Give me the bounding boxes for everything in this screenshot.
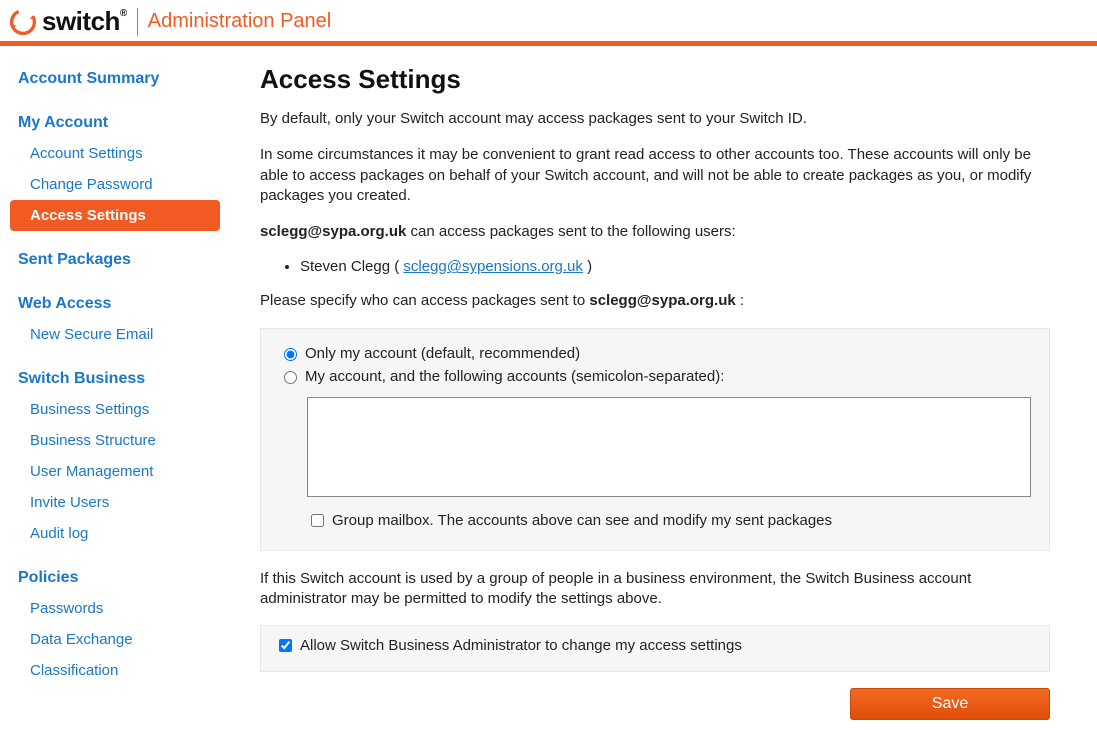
shared-accounts-input[interactable] xyxy=(307,397,1031,497)
accessible-users-list: Steven Clegg ( sclegg@sypensions.org.uk … xyxy=(260,258,1050,275)
sidebar: Account Summary My Account Account Setti… xyxy=(10,64,230,720)
intro-paragraph-1: By default, only your Switch account may… xyxy=(260,109,1050,129)
sidebar-item-account-settings[interactable]: Account Settings xyxy=(10,138,220,169)
header-divider xyxy=(137,8,138,36)
sidebar-section-policies[interactable]: Policies xyxy=(10,563,220,593)
brand-logo[interactable]: switch® xyxy=(10,6,127,37)
user-email-link[interactable]: sclegg@sypensions.org.uk xyxy=(403,258,583,275)
header: switch® Administration Panel xyxy=(0,0,1097,46)
radio-shared-accounts[interactable] xyxy=(284,371,297,384)
access-line: sclegg@sypa.org.uk can access packages s… xyxy=(260,222,1050,242)
main-content: Access Settings By default, only your Sw… xyxy=(230,64,1070,720)
sidebar-item-invite-users[interactable]: Invite Users xyxy=(10,487,220,518)
sidebar-item-data-exchange[interactable]: Data Exchange xyxy=(10,624,220,655)
radio-only-label[interactable]: Only my account (default, recommended) xyxy=(305,345,580,362)
group-mailbox-row[interactable]: Group mailbox. The accounts above can se… xyxy=(307,511,1031,530)
allow-admin-checkbox[interactable] xyxy=(279,639,292,652)
access-email: sclegg@sypa.org.uk xyxy=(260,223,406,240)
admin-panel-title: Administration Panel xyxy=(148,10,331,33)
group-mailbox-label[interactable]: Group mailbox. The accounts above can se… xyxy=(332,512,832,529)
specify-line: Please specify who can access packages s… xyxy=(260,291,1050,311)
sidebar-item-sent-packages[interactable]: Sent Packages xyxy=(10,245,220,275)
sidebar-item-business-settings[interactable]: Business Settings xyxy=(10,394,220,425)
radio-row-only-my-account[interactable]: Only my account (default, recommended) xyxy=(279,345,1031,362)
save-button[interactable]: Save xyxy=(850,688,1050,720)
sidebar-item-passwords[interactable]: Passwords xyxy=(10,593,220,624)
sidebar-item-new-secure-email[interactable]: New Secure Email xyxy=(10,319,220,350)
page-title: Access Settings xyxy=(260,64,1050,95)
allow-admin-panel: Allow Switch Business Administrator to c… xyxy=(260,625,1050,672)
sidebar-section-web-access[interactable]: Web Access xyxy=(10,289,220,319)
sidebar-item-user-management[interactable]: User Management xyxy=(10,456,220,487)
switch-logo-icon xyxy=(10,9,36,35)
sidebar-section-my-account[interactable]: My Account xyxy=(10,108,220,138)
sidebar-item-change-password[interactable]: Change Password xyxy=(10,169,220,200)
specify-email: sclegg@sypa.org.uk xyxy=(589,292,735,309)
sidebar-section-switch-business[interactable]: Switch Business xyxy=(10,364,220,394)
group-mailbox-checkbox[interactable] xyxy=(311,514,324,527)
sidebar-item-account-summary[interactable]: Account Summary xyxy=(10,64,220,94)
radio-row-shared[interactable]: My account, and the following accounts (… xyxy=(279,368,1031,385)
allow-admin-row[interactable]: Allow Switch Business Administrator to c… xyxy=(275,636,1035,655)
brand-name: switch® xyxy=(42,6,127,37)
sidebar-item-access-settings[interactable]: Access Settings xyxy=(10,200,220,231)
save-row: Save xyxy=(260,688,1050,720)
list-item: Steven Clegg ( sclegg@sypensions.org.uk … xyxy=(300,258,1050,275)
access-options-panel: Only my account (default, recommended) M… xyxy=(260,328,1050,551)
sidebar-item-audit-log[interactable]: Audit log xyxy=(10,518,220,549)
allow-admin-label[interactable]: Allow Switch Business Administrator to c… xyxy=(300,637,742,654)
radio-shared-label[interactable]: My account, and the following accounts (… xyxy=(305,368,724,385)
sidebar-item-business-structure[interactable]: Business Structure xyxy=(10,425,220,456)
intro-paragraph-2: In some circumstances it may be convenie… xyxy=(260,145,1050,206)
business-admin-note: If this Switch account is used by a grou… xyxy=(260,569,1050,610)
user-name: Steven Clegg xyxy=(300,258,390,275)
sidebar-item-classification[interactable]: Classification xyxy=(10,655,220,686)
radio-only-my-account[interactable] xyxy=(284,348,297,361)
